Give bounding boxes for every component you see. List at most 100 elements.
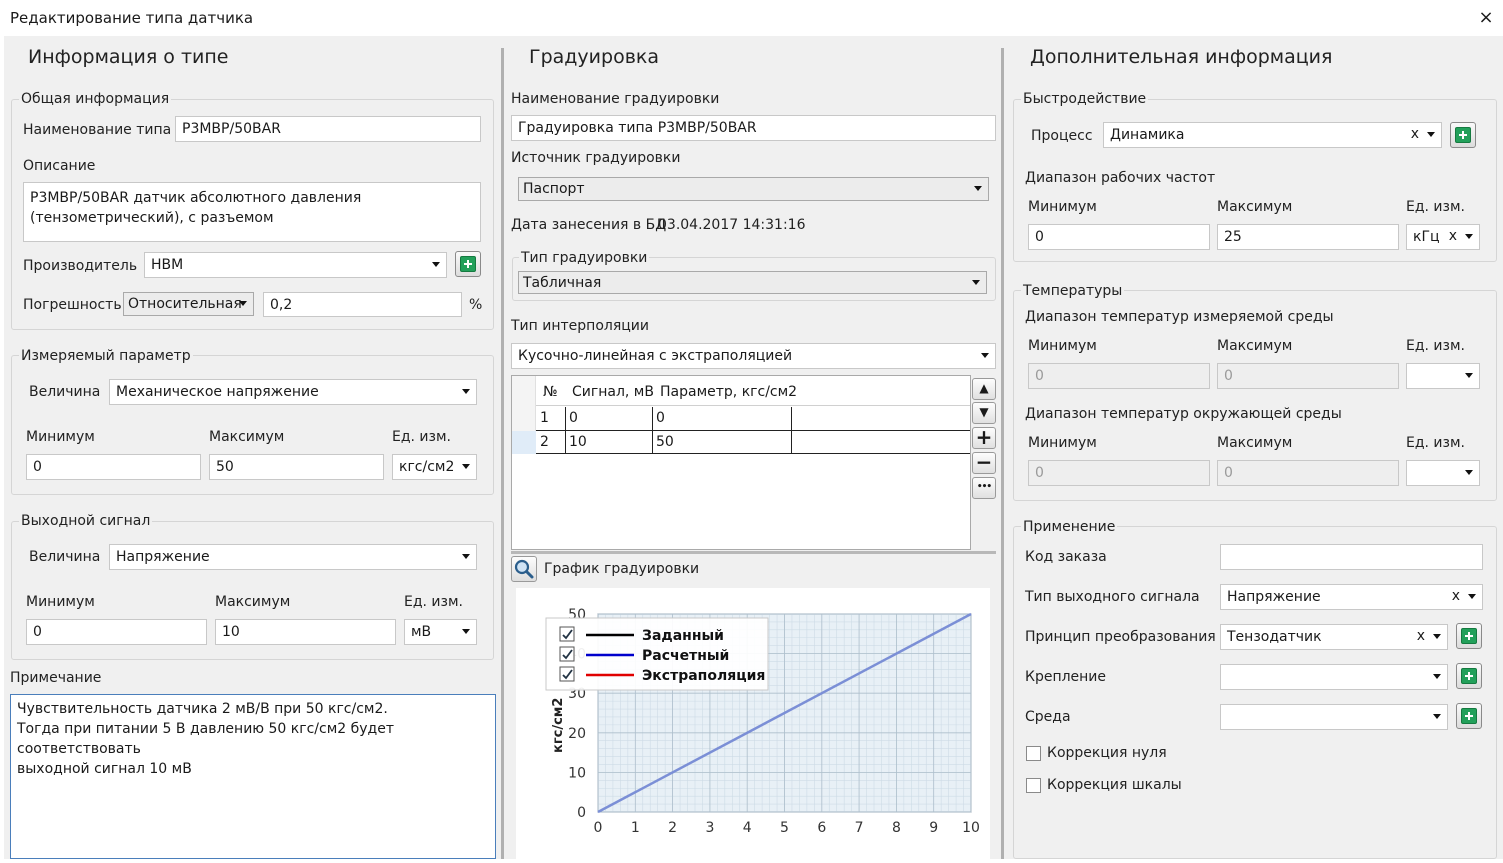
calibration-source-label: Источник градуировки (511, 150, 681, 166)
column-header-parameter[interactable]: Параметр, кгс/см2 (660, 384, 797, 400)
principle-select[interactable]: Тензодатчик x (1220, 624, 1448, 650)
more-options-button[interactable]: ••• (972, 477, 996, 499)
scale-correction-checkbox[interactable] (1026, 778, 1041, 793)
clear-icon[interactable]: x (1417, 628, 1425, 644)
description-textarea[interactable]: P3MBP/50BAR датчик абсолютного давления … (23, 182, 481, 242)
measured-quantity-select[interactable]: Механическое напряжение (109, 379, 477, 405)
table-cell[interactable]: 10 (569, 434, 587, 450)
legend-checkbox (559, 666, 575, 682)
mount-select[interactable] (1220, 664, 1448, 690)
x-tick-label: 10 (962, 820, 980, 836)
freq-max-input[interactable]: 25 (1217, 224, 1399, 250)
x-tick-label: 9 (929, 820, 938, 836)
temperatures-label: Температуры (1021, 283, 1125, 299)
chevron-down-icon (972, 280, 980, 285)
signal-type-select[interactable]: Напряжение x (1220, 584, 1483, 610)
calibration-name-label: Наименование градуировки (511, 91, 720, 107)
measured-unit-select[interactable]: кгс/см2 (392, 454, 477, 480)
column-header-signal[interactable]: Сигнал, мВ (572, 384, 654, 400)
process-select[interactable]: Динамика x (1103, 122, 1442, 148)
window-title: Редактирование типа датчика (10, 9, 254, 27)
calibration-name-input[interactable]: Градуировка типа P3MBP/50BAR (511, 115, 996, 141)
error-value-input[interactable]: 0,2 (263, 292, 462, 317)
clear-icon[interactable]: x (1452, 588, 1460, 604)
general-info-label: Общая информация (19, 91, 172, 107)
ambient-temp-max-label: Максимум (1217, 435, 1293, 451)
calibration-type-label: Тип градуировки (519, 250, 650, 266)
add-mount-button[interactable] (1456, 663, 1482, 689)
output-min-input[interactable]: 0 (26, 619, 207, 645)
add-row-button[interactable]: + (972, 427, 996, 449)
chevron-down-icon (462, 389, 470, 394)
calibration-chart[interactable]: 01234567891001020304050кгс/см2ЗаданныйРа… (516, 588, 990, 859)
order-code-input[interactable] (1220, 544, 1483, 570)
manufacturer-select[interactable]: HBM (144, 252, 447, 278)
calibration-type-select[interactable]: Табличная (518, 271, 987, 294)
add-principle-button[interactable] (1456, 623, 1482, 649)
x-tick-label: 2 (668, 820, 677, 836)
column-divider-right[interactable] (1001, 48, 1004, 859)
output-unit-select[interactable]: мВ (404, 619, 477, 645)
remove-row-button[interactable]: − (972, 452, 996, 474)
type-name-input[interactable]: P3MBP/50BAR (175, 116, 481, 142)
ambient-temp-max-input[interactable]: 0 (1217, 460, 1399, 486)
output-quantity-select[interactable]: Напряжение (109, 544, 477, 570)
plus-icon (1461, 668, 1477, 684)
error-type-select[interactable]: Относительная (123, 292, 254, 316)
ambient-temp-min-input[interactable]: 0 (1028, 460, 1210, 486)
chart-svg: 01234567891001020304050кгс/см2ЗаданныйРа… (545, 607, 980, 836)
medium-temp-min-input[interactable]: 0 (1028, 363, 1210, 389)
legend-checkbox (559, 646, 575, 662)
interpolation-select[interactable]: Кусочно-линейная с экстраполяцией (511, 343, 996, 369)
legend-checkbox (559, 626, 575, 642)
row-selector-active[interactable] (512, 431, 536, 454)
measured-max-input[interactable]: 50 (209, 454, 384, 480)
table-cell[interactable]: 2 (540, 434, 549, 450)
table-cell[interactable]: 0 (569, 410, 578, 426)
y-tick-label: 10 (568, 765, 586, 781)
freq-unit-select[interactable]: кГц x (1406, 224, 1480, 250)
add-manufacturer-button[interactable] (455, 251, 481, 277)
add-medium-button[interactable] (1456, 703, 1482, 729)
clear-icon[interactable]: x (1449, 228, 1457, 244)
freq-max-label: Максимум (1217, 199, 1293, 215)
clear-icon[interactable]: x (1411, 126, 1419, 142)
calibration-source-select[interactable]: Паспорт (518, 177, 989, 201)
mount-label: Крепление (1025, 669, 1107, 685)
chevron-down-icon (1465, 470, 1473, 475)
output-min-label: Минимум (26, 594, 95, 610)
measured-min-input[interactable]: 0 (26, 454, 201, 480)
table-cell[interactable]: 1 (540, 410, 549, 426)
signal-type-label: Тип выходного сигнала (1025, 589, 1200, 605)
note-textarea[interactable]: Чувствительность датчика 2 мВ/В при 50 к… (10, 694, 496, 859)
add-process-button[interactable] (1450, 122, 1476, 148)
zero-correction-checkbox[interactable] (1026, 746, 1041, 761)
calibration-source-value: Паспорт (523, 181, 585, 197)
process-value: Динамика (1110, 127, 1185, 143)
legend-label: Расчетный (642, 648, 729, 664)
freq-min-input[interactable]: 0 (1028, 224, 1210, 250)
medium-temp-unit-select[interactable] (1406, 363, 1480, 389)
ambient-temp-unit-select[interactable] (1406, 460, 1480, 486)
freq-unit-label: Ед. изм. (1406, 199, 1465, 215)
ambient-temp-min-label: Минимум (1028, 435, 1097, 451)
freq-min-label: Минимум (1028, 199, 1097, 215)
chevron-down-icon (1468, 594, 1476, 599)
order-code-label: Код заказа (1025, 549, 1107, 565)
close-icon[interactable]: × (1476, 7, 1496, 28)
splitter[interactable] (511, 551, 996, 554)
table-cell[interactable]: 50 (656, 434, 674, 450)
table-cell[interactable]: 0 (656, 410, 665, 426)
column-header-number[interactable]: № (543, 384, 558, 400)
output-unit-label: Ед. изм. (404, 594, 463, 610)
chevron-down-icon (1433, 714, 1441, 719)
zoom-button[interactable] (511, 556, 537, 582)
output-max-input[interactable]: 10 (215, 619, 396, 645)
medium-select[interactable] (1220, 704, 1448, 730)
measured-quantity-label: Величина (29, 384, 101, 400)
move-down-button[interactable]: ▼ (972, 402, 996, 424)
medium-temp-max-input[interactable]: 0 (1217, 363, 1399, 389)
column-divider-left[interactable] (501, 48, 504, 859)
move-up-button[interactable]: ▲ (972, 378, 996, 400)
plus-icon (1461, 628, 1477, 644)
